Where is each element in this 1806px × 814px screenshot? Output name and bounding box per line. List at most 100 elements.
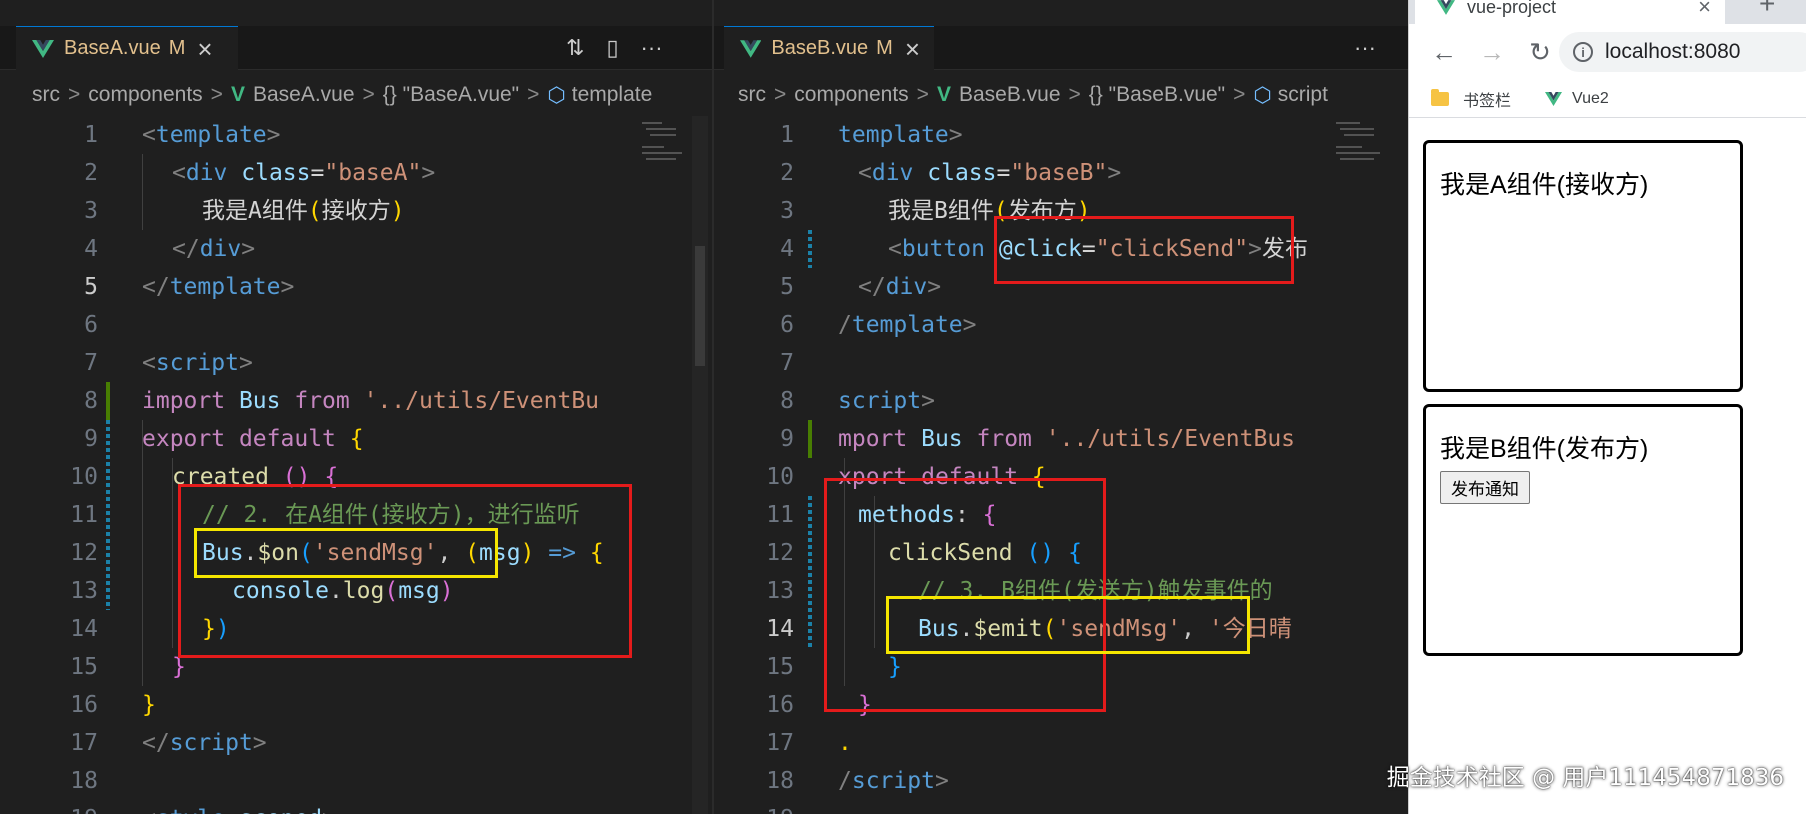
code-token: script: [169, 730, 253, 756]
line-number: 13: [766, 578, 794, 604]
code-token: scoped: [239, 806, 322, 814]
forward-arrow-icon[interactable]: →: [1479, 37, 1505, 68]
line-number: 3: [780, 198, 794, 224]
code-token: >: [266, 122, 281, 148]
line-number: 12: [766, 540, 794, 566]
more-actions-icon[interactable]: ···: [1354, 35, 1376, 61]
code-token: </: [142, 274, 170, 300]
line-number: 1: [84, 122, 98, 148]
code-token: div: [871, 160, 914, 186]
component-baseb: 我是B组件(发布方) 发布通知: [1423, 404, 1743, 656]
code-token: }: [142, 692, 156, 718]
code-token: >: [927, 274, 942, 300]
breadcrumb-item[interactable]: {} "BaseB.vue": [1089, 83, 1225, 107]
code-token: >: [962, 312, 977, 338]
back-arrow-icon[interactable]: ←: [1431, 37, 1457, 68]
code-token: =: [310, 160, 325, 186]
breadcrumb-item[interactable]: BaseA.vue: [253, 83, 355, 107]
info-icon[interactable]: i: [1573, 42, 1593, 62]
editor-tabbar: BaseA.vue M × ⇅ ▯ ···: [0, 26, 712, 70]
editor-tabbar: BaseB.vue M × ···: [714, 26, 1408, 70]
code-token: "baseB": [1010, 160, 1108, 186]
tab-basea[interactable]: BaseA.vue M ×: [16, 26, 238, 70]
scrollbar-thumb[interactable]: [695, 246, 705, 366]
vue-logo-icon: [740, 39, 762, 58]
code-token: 接收方: [321, 198, 391, 224]
code-token: {: [349, 426, 364, 452]
code-token: >: [252, 730, 267, 756]
breadcrumb-item[interactable]: {} "BaseA.vue": [383, 83, 519, 107]
close-icon[interactable]: ×: [1698, 0, 1711, 20]
code-token: template: [169, 274, 281, 300]
code-token: ): [390, 198, 405, 224]
line-number: 6: [780, 312, 794, 338]
editor-pane-basea: BaseA.vue M × ⇅ ▯ ··· src > components > V…: [0, 0, 712, 814]
code-token: "baseA": [324, 160, 422, 186]
more-actions-icon[interactable]: ···: [641, 35, 663, 61]
symbol-cube-icon: ⬡: [1253, 83, 1272, 107]
line-number: 9: [780, 426, 794, 452]
address-bar[interactable]: i localhost:8080: [1559, 32, 1806, 72]
code-token: >: [948, 122, 963, 148]
close-icon[interactable]: ×: [905, 36, 920, 62]
code-token: >: [322, 806, 336, 814]
code-token: 我是A组件: [202, 198, 308, 224]
code-token: template: [155, 122, 267, 148]
breadcrumb-item[interactable]: src: [32, 83, 60, 107]
breadcrumb-item[interactable]: template: [572, 83, 653, 107]
code-token: <: [172, 160, 186, 186]
code-token: '../utils/EventBu: [363, 388, 600, 414]
browser-tab-title: vue-project: [1467, 0, 1557, 17]
line-number: 8: [780, 388, 794, 414]
reload-icon[interactable]: ↻: [1527, 37, 1553, 68]
code-token: class: [927, 160, 997, 186]
code-token: >: [921, 388, 935, 414]
code-token: div: [185, 160, 228, 186]
breadcrumb-item[interactable]: components: [794, 83, 908, 107]
editor-pane-baseb: BaseB.vue M × ··· src > components > V Bas…: [714, 0, 1408, 814]
highlight-box-red: [824, 478, 1106, 712]
browser-window: vue-project × + ← → ↻ i localhost:8080 书…: [1408, 0, 1806, 814]
code-token: =: [996, 160, 1011, 186]
scrollbar[interactable]: [692, 116, 708, 814]
line-number: 17: [766, 730, 794, 756]
code-token: >: [1107, 160, 1122, 186]
basea-text: 我是A组件(接收方): [1440, 171, 1649, 199]
vue-logo-icon: [32, 39, 54, 58]
tab-baseb[interactable]: BaseB.vue M ×: [724, 26, 934, 70]
bookmark-vue2[interactable]: Vue2: [1545, 90, 1609, 108]
browser-tab[interactable]: vue-project ×: [1415, 0, 1725, 24]
code-token: import: [142, 388, 226, 414]
publish-notice-button[interactable]: 发布通知: [1440, 471, 1530, 504]
breadcrumb-item[interactable]: BaseB.vue: [959, 83, 1061, 107]
address-url: localhost:8080: [1605, 40, 1741, 63]
breadcrumb-item[interactable]: script: [1278, 83, 1328, 107]
vue-logo-icon: [1437, 0, 1455, 15]
breadcrumb-item[interactable]: components: [88, 83, 202, 107]
close-icon[interactable]: ×: [197, 36, 212, 62]
line-number: 18: [766, 768, 794, 794]
code-token: mport: [838, 426, 908, 452]
line-number: 2: [780, 160, 794, 186]
tab-filename: BaseB.vue: [771, 37, 869, 59]
bookmark-folder[interactable]: 书签栏: [1463, 87, 1511, 111]
code-token: button: [901, 236, 985, 262]
minimap[interactable]: [642, 116, 690, 236]
line-number: 7: [84, 350, 98, 376]
line-number: 6: [84, 312, 98, 338]
breadcrumb: src > components > V BaseB.vue > {} "BaseB.…: [738, 83, 1328, 107]
line-number: 9: [84, 426, 98, 452]
compare-changes-icon[interactable]: ⇅: [566, 35, 584, 61]
code-token: /: [838, 312, 852, 338]
line-number: 19: [0, 800, 98, 814]
vue-logo-icon: V: [230, 83, 245, 106]
breadcrumb-item[interactable]: src: [738, 83, 766, 107]
code-token: </: [142, 730, 170, 756]
minimap[interactable]: [1336, 116, 1384, 236]
split-editor-icon[interactable]: ▯: [606, 35, 618, 61]
bookmarks-bar: 书签栏 Vue2: [1409, 80, 1806, 118]
component-basea: 我是A组件(接收方): [1423, 140, 1743, 392]
line-number: 16: [70, 692, 98, 718]
new-tab-icon[interactable]: +: [1759, 0, 1775, 20]
line-number: 8: [84, 388, 98, 414]
